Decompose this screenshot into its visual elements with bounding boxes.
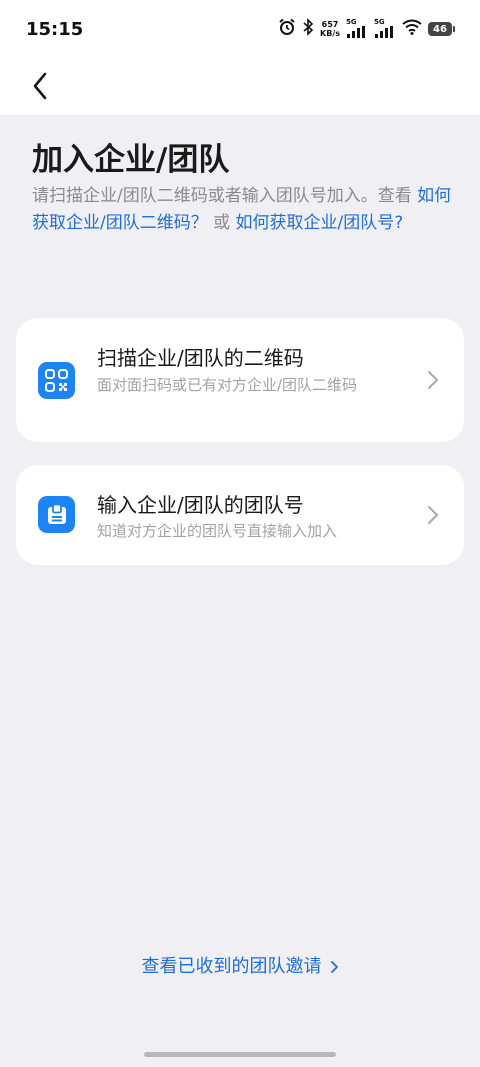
status-icons: 657 KB/s 5G 5G 46 — [278, 18, 455, 40]
nav-bar — [0, 60, 480, 115]
qr-scan-icon — [38, 362, 75, 399]
scan-qr-title: 扫描企业/团队的二维码 — [97, 346, 304, 370]
scan-qr-subtitle: 面对面扫码或已有对方企业/团队二维码 — [97, 376, 358, 394]
team-number-subtitle: 知道对方企业的团队号直接输入加入 — [97, 522, 338, 540]
sim1-signal-icon: 5G — [346, 18, 368, 38]
chevron-left-icon — [33, 72, 47, 100]
home-indicator[interactable] — [144, 1052, 336, 1057]
status-bar: 15:15 657 KB/s 5G 5G 46 — [0, 0, 480, 60]
sim2-signal-icon: 5G — [374, 18, 396, 38]
network-speed: 657 KB/s — [320, 20, 340, 38]
status-time: 15:15 — [26, 19, 84, 40]
chevron-right-icon — [330, 961, 338, 973]
sim1-label: 5G — [346, 18, 357, 26]
network-speed-value: 657 — [321, 20, 339, 29]
network-speed-unit: KB/s — [320, 29, 340, 38]
battery-level: 46 — [433, 23, 447, 35]
sim2-label: 5G — [374, 18, 385, 26]
page-description: 请扫描企业/团队二维码或者输入团队号加入。查看 如何获取企业/团队二维码？ 或 … — [32, 183, 452, 237]
link-how-to-get-team-number[interactable]: 如何获取企业/团队号? — [236, 213, 404, 233]
team-number-card[interactable]: 输入企业/团队的团队号 知道对方企业的团队号直接输入加入 — [16, 465, 464, 565]
alarm-icon — [278, 18, 296, 40]
page-title: 加入企业/团队 — [32, 142, 230, 178]
team-number-title: 输入企业/团队的团队号 — [97, 493, 304, 517]
back-button[interactable] — [20, 66, 60, 106]
desc-or: 或 — [207, 213, 236, 233]
battery-icon: 46 — [428, 22, 455, 36]
team-id-icon — [38, 496, 75, 533]
view-invitations-label: 查看已收到的团队邀请 — [141, 956, 322, 977]
bluetooth-icon — [302, 18, 314, 40]
chevron-right-icon — [428, 371, 438, 389]
wifi-icon — [402, 19, 422, 39]
view-invitations-link[interactable]: 查看已收到的团队邀请 — [0, 952, 480, 978]
desc-prefix: 请扫描企业/团队二维码或者输入团队号加入。查看 — [32, 186, 418, 206]
scan-qr-card[interactable]: 扫描企业/团队的二维码 面对面扫码或已有对方企业/团队二维码 — [16, 318, 464, 442]
chevron-right-icon — [428, 506, 438, 524]
